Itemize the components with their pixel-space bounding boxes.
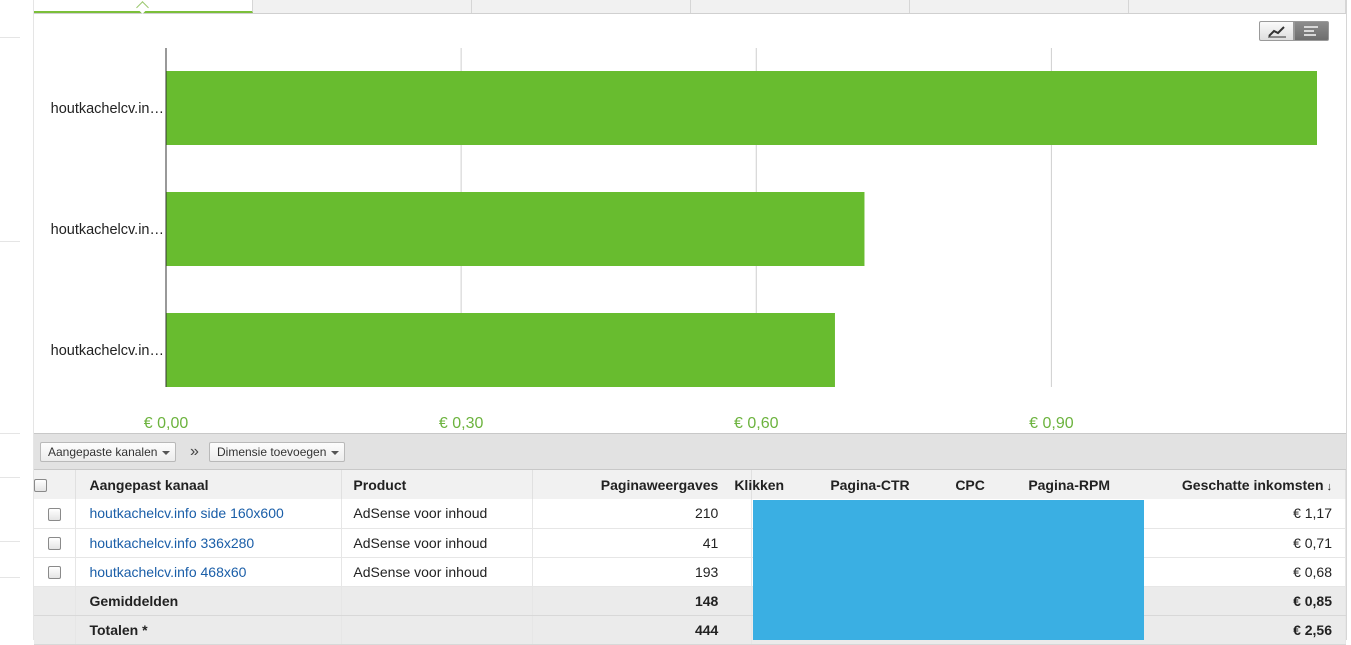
gutter-divider bbox=[0, 477, 20, 478]
earnings-cell: € 1,17 bbox=[1142, 499, 1346, 529]
tab-metric[interactable] bbox=[472, 0, 691, 13]
breadcrumb-separator: » bbox=[190, 443, 199, 460]
product-cell: AdSense voor inhoud bbox=[341, 557, 534, 587]
x-tick-label: € 0,30 bbox=[439, 415, 484, 432]
report-panel: houtkachelcv.in… houtkachelcv.in… houtkach… bbox=[34, 0, 1346, 645]
averages-row: Gemiddelden 148 € 0,85 bbox=[34, 586, 1346, 616]
channel-link[interactable]: houtkachelcv.info 336x280 bbox=[89, 535, 254, 551]
earnings-cell: € 0,68 bbox=[1142, 557, 1346, 587]
tab-metric[interactable] bbox=[910, 0, 1129, 13]
left-gutter bbox=[0, 0, 34, 640]
select-all-checkbox[interactable] bbox=[34, 479, 47, 493]
gutter-divider bbox=[0, 541, 20, 542]
row-checkbox[interactable] bbox=[48, 566, 62, 580]
table-header-row: Aangepast kanaal Product Paginaweergaves… bbox=[34, 470, 1346, 499]
bar-chart-view-button[interactable] bbox=[1294, 21, 1329, 41]
bar bbox=[166, 192, 865, 266]
gutter-divider bbox=[0, 433, 20, 434]
table-row: houtkachelcv.info 336x280 AdSense voor i… bbox=[34, 528, 1346, 558]
chart-view-toggle bbox=[1259, 21, 1331, 42]
product-cell: AdSense voor inhoud bbox=[341, 499, 534, 529]
averages-blank-cell bbox=[34, 586, 77, 616]
pageviews-cell: 41 bbox=[532, 528, 753, 558]
custom-channels-dropdown-label: Aangepaste kanalen bbox=[48, 445, 158, 459]
category-label: houtkachelcv.in… bbox=[51, 101, 164, 117]
channel-cell: houtkachelcv.info 336x280 bbox=[75, 528, 343, 558]
earnings-cell: € 0,71 bbox=[1142, 528, 1346, 558]
header-rpm[interactable]: Pagina-RPM bbox=[1028, 477, 1110, 493]
header-channel[interactable]: Aangepast kanaal bbox=[75, 470, 343, 499]
gutter-divider bbox=[0, 241, 20, 242]
x-tick-label: € 0,00 bbox=[144, 415, 189, 432]
earnings-bar-chart: houtkachelcv.in… houtkachelcv.in… houtkach… bbox=[51, 48, 1317, 432]
table-toolbar: Aangepaste kanalen » Dimensie toevoegen bbox=[34, 433, 1346, 470]
line-chart-icon bbox=[1268, 26, 1286, 38]
table-row: houtkachelcv.info side 160x600 AdSense v… bbox=[34, 499, 1346, 529]
tab-caret-icon bbox=[136, 1, 149, 14]
channel-link[interactable]: houtkachelcv.info 468x60 bbox=[89, 564, 246, 580]
header-cpc[interactable]: CPC bbox=[955, 477, 985, 493]
add-dimension-dropdown-label: Dimensie toevoegen bbox=[217, 445, 327, 459]
channel-cell: houtkachelcv.info 468x60 bbox=[75, 557, 343, 587]
category-label: houtkachelcv.in… bbox=[51, 343, 164, 359]
averages-pageviews: 148 bbox=[532, 586, 753, 616]
metric-tabs bbox=[34, 0, 1346, 14]
header-product[interactable]: Product bbox=[341, 470, 534, 499]
row-checkbox[interactable] bbox=[48, 508, 62, 522]
x-tick-label: € 0,90 bbox=[1029, 415, 1074, 432]
gutter-divider bbox=[0, 37, 20, 38]
product-cell: AdSense voor inhoud bbox=[341, 528, 534, 558]
gutter-divider bbox=[0, 577, 20, 578]
table-row: houtkachelcv.info 468x60 AdSense voor in… bbox=[34, 557, 1346, 587]
bar bbox=[166, 71, 1317, 145]
pageviews-cell: 193 bbox=[532, 557, 753, 587]
line-chart-view-button[interactable] bbox=[1259, 21, 1294, 41]
scrollbar-track[interactable] bbox=[1346, 0, 1351, 640]
row-select-cell bbox=[34, 499, 77, 529]
report-table: Aangepast kanaal Product Paginaweergaves… bbox=[34, 470, 1346, 645]
chevron-down-icon bbox=[162, 451, 171, 455]
sort-down-icon: ↓ bbox=[1326, 480, 1333, 493]
bar bbox=[166, 313, 835, 387]
bar-chart-icon bbox=[1304, 26, 1318, 36]
header-earnings[interactable]: Geschatte inkomsten ↓ bbox=[1142, 470, 1346, 499]
channel-link[interactable]: houtkachelcv.info side 160x600 bbox=[89, 505, 283, 521]
tab-metric[interactable] bbox=[253, 0, 472, 13]
row-checkbox[interactable] bbox=[48, 537, 62, 551]
header-ctr[interactable]: Pagina-CTR bbox=[830, 477, 909, 493]
tab-earnings[interactable] bbox=[34, 0, 253, 14]
category-label: houtkachelcv.in… bbox=[51, 222, 164, 238]
redaction-block bbox=[753, 500, 1144, 640]
x-tick-label: € 0,60 bbox=[734, 415, 779, 432]
select-all-cell bbox=[34, 470, 77, 499]
pageviews-cell: 210 bbox=[532, 499, 753, 529]
averages-earnings: € 0,85 bbox=[1142, 586, 1346, 616]
chevron-down-icon bbox=[331, 451, 340, 455]
header-clicks[interactable]: Klikken bbox=[734, 477, 784, 493]
tab-metric[interactable] bbox=[691, 0, 910, 13]
tab-metric[interactable] bbox=[1129, 0, 1346, 13]
averages-label: Gemiddelden bbox=[75, 586, 343, 616]
row-select-cell bbox=[34, 528, 77, 558]
row-select-cell bbox=[34, 557, 77, 587]
averages-product-cell bbox=[341, 586, 534, 616]
add-dimension-dropdown[interactable]: Dimensie toevoegen bbox=[209, 442, 346, 462]
header-metrics-group: Klikken Pagina-CTR CPC Pagina-RPM bbox=[734, 470, 1143, 499]
channel-cell: houtkachelcv.info side 160x600 bbox=[75, 499, 343, 529]
custom-channels-dropdown[interactable]: Aangepaste kanalen bbox=[40, 442, 177, 462]
header-earnings-label: Geschatte inkomsten bbox=[1181, 476, 1324, 493]
header-pageviews[interactable]: Paginaweergaves bbox=[532, 470, 753, 499]
